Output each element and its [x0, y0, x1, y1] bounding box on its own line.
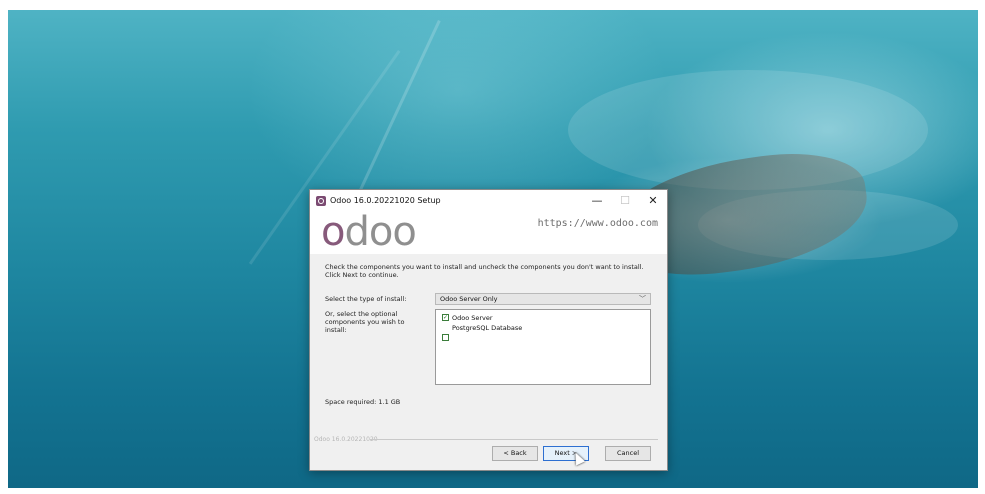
close-button[interactable]: ✕: [639, 190, 667, 211]
install-type-select[interactable]: Odoo Server Only ﹀: [435, 293, 651, 305]
checkbox-empty[interactable]: [442, 334, 449, 341]
odoo-url: https://www.odoo.com: [537, 218, 658, 229]
installer-header: odoo https://www.odoo.com: [310, 211, 667, 254]
component-item-odoo-server[interactable]: ✓ Odoo Server: [442, 313, 493, 322]
component-label: Odoo Server: [452, 313, 493, 322]
checkbox-postgresql[interactable]: [442, 324, 449, 331]
install-type-value: Odoo Server Only: [440, 295, 498, 303]
window-title: Odoo 16.0.20221020 Setup: [330, 196, 441, 205]
window-controls: — ☐ ✕: [583, 190, 667, 211]
maximize-button[interactable]: ☐: [611, 190, 639, 211]
component-item-empty[interactable]: [442, 333, 452, 342]
minimize-button[interactable]: —: [583, 190, 611, 211]
back-button[interactable]: < Back: [492, 446, 538, 461]
odoo-app-icon: [316, 195, 326, 206]
space-required: Space required: 1.1 GB: [325, 398, 401, 406]
component-item-postgresql[interactable]: PostgreSQL Database: [442, 323, 522, 332]
title-bar[interactable]: Odoo 16.0.20221020 Setup — ☐ ✕: [310, 190, 667, 211]
components-label: Or, select the optional components you w…: [325, 310, 405, 334]
chevron-down-icon: ﹀: [639, 295, 646, 303]
components-list[interactable]: ✓ Odoo Server PostgreSQL Database: [435, 309, 651, 385]
instructions-text: Check the components you want to install…: [325, 263, 644, 279]
footer-divider: [370, 439, 658, 440]
component-label: PostgreSQL Database: [452, 323, 523, 332]
cancel-button[interactable]: Cancel: [605, 446, 651, 461]
brand-footer: Odoo 16.0.20221020: [314, 436, 378, 443]
logo-rest: doo: [344, 209, 416, 255]
setup-dialog: Odoo 16.0.20221020 Setup — ☐ ✕ odoo http…: [309, 189, 668, 471]
install-type-label: Select the type of install:: [325, 295, 407, 303]
logo-first-letter: o: [321, 209, 346, 255]
odoo-logo: odoo: [321, 209, 417, 255]
checkbox-odoo-server[interactable]: ✓: [442, 314, 449, 321]
